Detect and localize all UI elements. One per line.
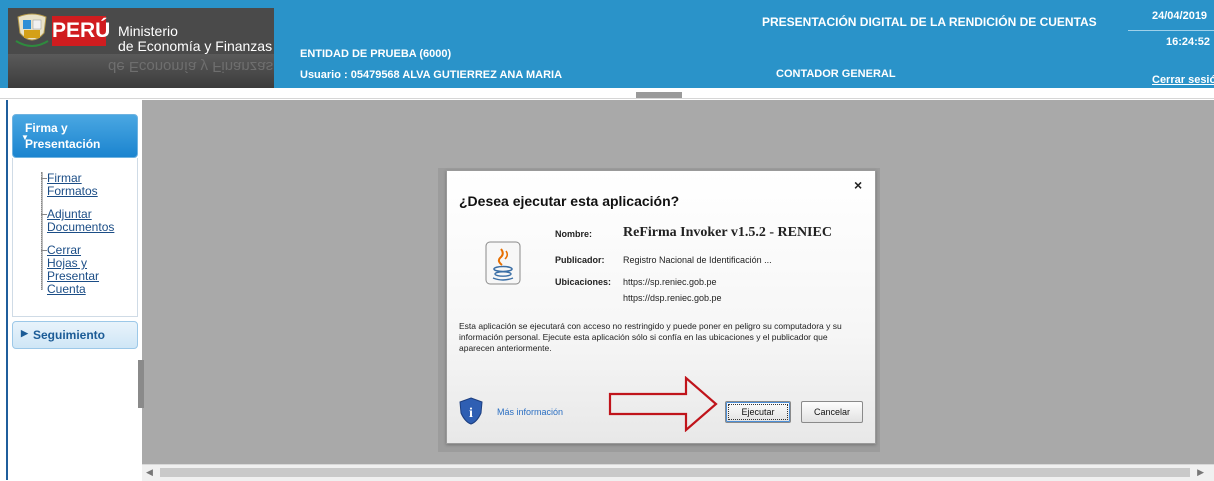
sidebar-item-adjuntar-documentos[interactable]: Adjuntar Documentos	[47, 208, 114, 234]
mef-logo: PERÚ Ministerio de Economía y Finanzas d…	[8, 8, 274, 88]
page-title: PRESENTACIÓN DIGITAL DE LA RENDICIÓN DE …	[762, 15, 1097, 29]
dialog-title: ¿Desea ejecutar esta aplicación?	[459, 193, 680, 209]
sidebar-section-seguimiento[interactable]: ▶ Seguimiento	[12, 321, 138, 349]
app-header: PERÚ Ministerio de Economía y Finanzas d…	[0, 0, 1214, 88]
logout-link[interactable]: Cerrar sesión	[1152, 74, 1214, 86]
header-time: 16:24:52	[1166, 36, 1211, 48]
header-separator	[0, 88, 1214, 99]
sidebar-section-firma-body: Firmar Formatos Adjuntar Documentos Cerr…	[12, 158, 138, 317]
panel-collapse-handle[interactable]	[636, 92, 682, 98]
shield-info-icon: i	[459, 397, 483, 425]
run-button[interactable]: Ejecutar	[725, 401, 791, 423]
ministry-name-line1: Ministerio	[118, 23, 178, 39]
browser-page: PERÚ Ministerio de Economía y Finanzas d…	[0, 0, 1214, 481]
security-warning-text: Esta aplicación se ejecutará con acceso …	[459, 321, 842, 353]
locations-label: Ubicaciones:	[555, 277, 612, 287]
cancel-button[interactable]: Cancelar	[801, 401, 863, 423]
name-label: Nombre:	[555, 229, 593, 239]
user-label: Usuario : 05479568 ALVA GUTIERREZ ANA MA…	[300, 69, 563, 81]
tree-connector	[41, 172, 43, 290]
chevron-right-icon: ▶	[21, 328, 28, 338]
peru-badge: PERÚ	[52, 16, 110, 46]
location-1: https://sp.reniec.gob.pe	[623, 277, 717, 287]
ministry-name-line2: de Economía y Finanzas	[118, 38, 273, 54]
horizontal-scrollbar[interactable]: ◀ ▶	[142, 464, 1214, 481]
more-info-link[interactable]: Más información	[497, 407, 563, 417]
logo-reflection: de Economía y Finanzas	[8, 54, 274, 88]
sidebar-item-cerrar-hojas[interactable]: Cerrar Hojas y Presentar Cuenta	[47, 244, 99, 296]
coat-of-arms-icon	[15, 13, 49, 47]
scroll-left-icon[interactable]: ◀	[146, 467, 153, 478]
location-2: https://dsp.reniec.gob.pe	[623, 293, 722, 303]
scrollbar-thumb[interactable]	[160, 468, 1190, 477]
close-icon[interactable]: ×	[854, 177, 862, 193]
red-arrow-annotation	[608, 376, 718, 432]
scroll-right-icon[interactable]: ▶	[1197, 467, 1204, 478]
header-date: 24/04/2019	[1152, 10, 1208, 22]
publisher-label: Publicador:	[555, 255, 605, 265]
sidebar-section-firma[interactable]: ▼ Firma y Presentación	[12, 114, 138, 158]
sidebar-item-firmar-formatos[interactable]: Firmar Formatos	[47, 172, 98, 198]
header-divider	[1128, 30, 1214, 31]
java-icon	[485, 241, 521, 285]
sidebar: ▼ Firma y Presentación Firmar Formatos A…	[6, 100, 142, 480]
role-label: CONTADOR GENERAL	[776, 68, 896, 80]
publisher-value[interactable]: Registro Nacional de Identificación ...	[623, 255, 772, 265]
svg-text:i: i	[469, 406, 473, 421]
entity-label: ENTIDAD DE PRUEBA (6000)	[300, 48, 452, 60]
splitter-handle[interactable]	[138, 360, 144, 408]
application-name: ReFirma Invoker v1.5.2 - RENIEC	[623, 225, 832, 240]
